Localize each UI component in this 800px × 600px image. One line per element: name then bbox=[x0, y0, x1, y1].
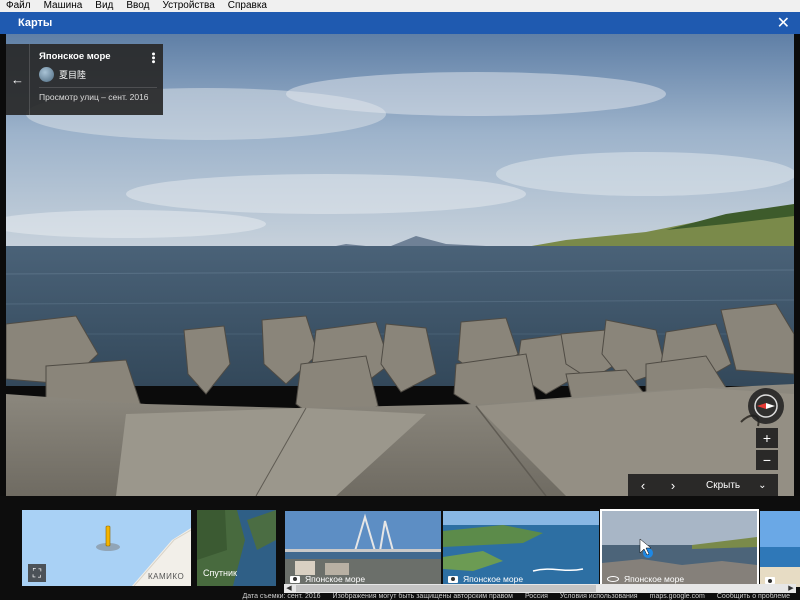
menu-file[interactable]: Файл bbox=[6, 0, 31, 12]
photo-thumbnail[interactable]: Японское море bbox=[443, 511, 599, 587]
thumbnail-caption bbox=[765, 577, 780, 584]
scroll-right-icon[interactable]: ▶ bbox=[786, 584, 796, 593]
camera-icon bbox=[290, 575, 300, 583]
avatar bbox=[39, 67, 54, 82]
thumbnail-caption: Японское море bbox=[290, 574, 365, 584]
footer-site-link[interactable]: maps.google.com bbox=[650, 593, 705, 600]
photo-navigation-bar: ‹ › Скрыть ⌄ bbox=[628, 474, 778, 496]
app-title-bar: Карты ✕ bbox=[0, 12, 800, 34]
hide-imagery-button[interactable]: Скрыть bbox=[706, 480, 740, 491]
zoom-out-button[interactable]: − bbox=[756, 450, 778, 470]
fullscreen-icon[interactable]: ⛶ bbox=[28, 564, 46, 582]
menu-devices[interactable]: Устройства bbox=[162, 0, 214, 12]
footer-report-link[interactable]: Сообщить о проблеме bbox=[717, 593, 790, 600]
footer-copyright: Изображения могут быть защищены авторски… bbox=[332, 593, 513, 600]
back-arrow-icon[interactable]: ← bbox=[6, 44, 30, 115]
contributor-row[interactable]: 夏目陸 bbox=[39, 67, 157, 82]
footer-date: Дата съемки: сент. 2016 bbox=[242, 593, 321, 600]
scrollbar-thumb[interactable] bbox=[296, 585, 596, 592]
chevron-down-icon[interactable]: ⌄ bbox=[758, 480, 766, 491]
menu-machine[interactable]: Машина bbox=[44, 0, 83, 12]
menu-bar: Файл Машина Вид Ввод Устройства Справка bbox=[0, 0, 800, 12]
panorama-icon bbox=[607, 576, 619, 582]
chevron-right-icon[interactable]: › bbox=[658, 478, 688, 493]
zoom-in-button[interactable]: + bbox=[756, 428, 778, 448]
thumbnail-caption-text: Японское море bbox=[463, 574, 524, 584]
footer-region[interactable]: Россия bbox=[525, 593, 548, 600]
thumbnail-caption-text: Японское море bbox=[624, 574, 685, 584]
app-title: Карты bbox=[18, 17, 53, 29]
photo-thumbnail[interactable] bbox=[760, 511, 800, 587]
capture-date: Просмотр улиц – сент. 2016 bbox=[39, 92, 149, 102]
map-footer: Дата съемки: сент. 2016 Изображения могу… bbox=[0, 593, 800, 600]
satellite-toggle[interactable]: Спутник bbox=[197, 510, 276, 586]
camera-icon bbox=[448, 575, 458, 583]
menu-help[interactable]: Справка bbox=[228, 0, 267, 12]
location-info-card: ← Японское море 夏目陸 Просмотр улиц – сент… bbox=[6, 44, 163, 115]
photo-thumbnail[interactable]: Японское море bbox=[285, 511, 441, 587]
info-card-body: Японское море 夏目陸 Просмотр улиц – сент. … bbox=[30, 44, 163, 115]
menu-input[interactable]: Ввод bbox=[126, 0, 149, 12]
thumbnail-caption: Японское море bbox=[607, 574, 684, 584]
chevron-left-icon[interactable]: ‹ bbox=[628, 478, 658, 493]
location-title: Японское море bbox=[39, 51, 111, 62]
menu-view[interactable]: Вид bbox=[95, 0, 113, 12]
thumbnail-image bbox=[760, 511, 800, 587]
close-icon[interactable]: ✕ bbox=[777, 13, 790, 33]
satellite-label: Спутник bbox=[203, 568, 237, 578]
compass-needle-icon bbox=[754, 394, 778, 418]
photo-thumbnail-selected[interactable]: Японское море bbox=[600, 509, 759, 589]
map-city-label: КАМИКО bbox=[148, 572, 185, 581]
divider bbox=[39, 87, 157, 88]
more-vert-icon[interactable]: ••• bbox=[147, 52, 159, 64]
footer-terms-link[interactable]: Условия использования bbox=[560, 593, 638, 600]
thumbnail-caption-text: Японское море bbox=[305, 574, 366, 584]
mini-map[interactable]: КАМИКО ⛶ bbox=[22, 510, 191, 586]
filmstrip-scrollbar[interactable]: ◀ ▶ bbox=[284, 584, 796, 593]
scroll-left-icon[interactable]: ◀ bbox=[284, 584, 294, 593]
thumbnail-caption: Японское море bbox=[448, 574, 523, 584]
camera-icon bbox=[765, 577, 775, 584]
contributor-name: 夏目陸 bbox=[59, 70, 87, 80]
compass-icon[interactable] bbox=[748, 388, 784, 424]
